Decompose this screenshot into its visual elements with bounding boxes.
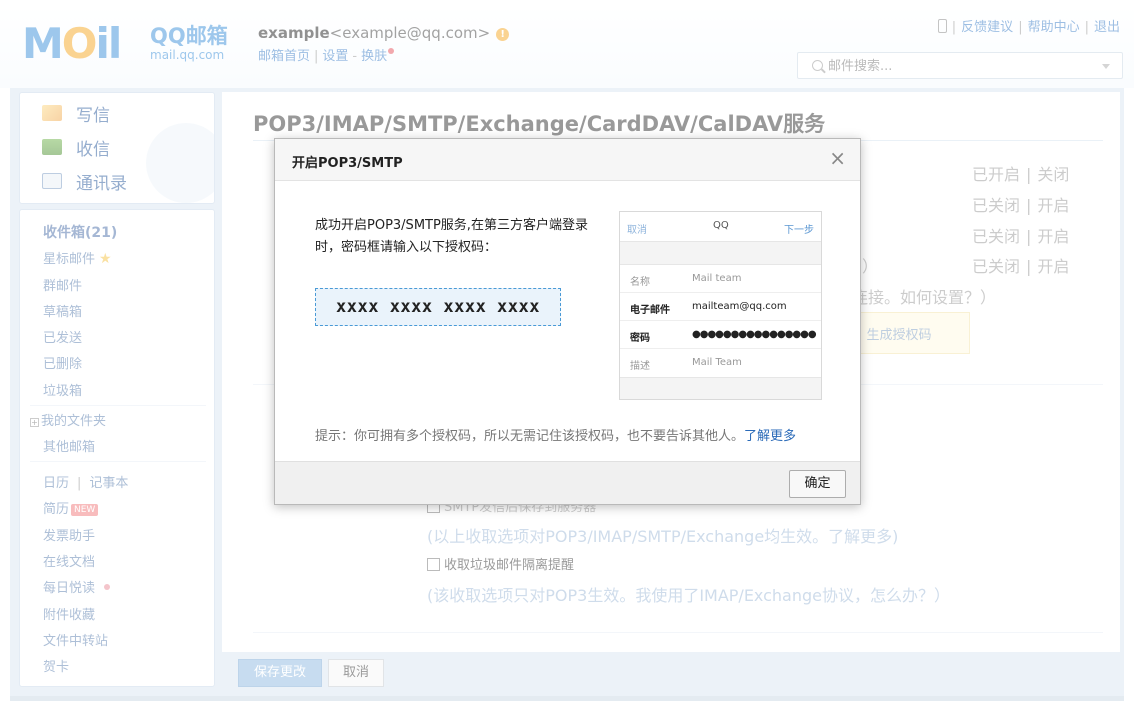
phone-row-value: mailteam@qq.com: [692, 301, 787, 312]
phone-row-key: 电子邮件: [630, 305, 670, 316]
dialog-message: 成功开启POP3/SMTP服务,在第三方客户端登录时，密码框请输入以下授权码：: [315, 218, 588, 255]
phone-form: 名称 Mail team 电子邮件 mailteam@qq.com 密码 ●●●●●●…: [620, 264, 821, 378]
phone-row-value: ●●●●●●●●●●●●●●●●: [692, 329, 817, 340]
phone-row: 密码 ●●●●●●●●●●●●●●●●: [620, 321, 821, 349]
phone-cancel: 取消: [627, 225, 647, 236]
dialog-title: 开启POP3/SMTP: [292, 156, 403, 171]
auth-code[interactable]: xxxx xxxx xxxx xxxx: [315, 288, 561, 326]
phone-row: 电子邮件 mailteam@qq.com: [620, 293, 821, 321]
phone-row: 名称 Mail team: [620, 265, 821, 293]
hint-text: 提示：你可拥有多个授权码，所以无需记住该授权码，也不要告诉其他人。: [315, 429, 745, 444]
phone-title: QQ: [713, 220, 729, 231]
phone-row-key: 描述: [630, 361, 650, 372]
close-icon[interactable]: ×: [829, 148, 846, 168]
learn-more-link[interactable]: 了解更多: [744, 429, 796, 444]
confirm-button[interactable]: 确定: [789, 470, 846, 498]
dialog-header: 开启POP3/SMTP ×: [275, 139, 860, 181]
dialog-footer: 确定: [275, 461, 860, 504]
phone-row-value: Mail Team: [692, 357, 742, 368]
enable-pop3-smtp-dialog: 开启POP3/SMTP × 成功开启POP3/SMTP服务,在第三方客户端登录时…: [274, 138, 861, 505]
dialog-hint: 提示：你可拥有多个授权码，所以无需记住该授权码，也不要告诉其他人。了解更多: [315, 425, 796, 444]
phone-row-value: Mail team: [692, 273, 742, 284]
phone-header: 取消 QQ 下一步: [620, 212, 821, 242]
phone-next: 下一步: [784, 225, 814, 236]
phone-row-key: 名称: [630, 277, 650, 288]
phone-row-key: 密码: [630, 333, 650, 344]
phone-row: 描述 Mail Team: [620, 349, 821, 377]
phone-setup-illustration: 取消 QQ 下一步 名称 Mail team 电子邮件 mailteam@qq.co…: [619, 211, 822, 400]
